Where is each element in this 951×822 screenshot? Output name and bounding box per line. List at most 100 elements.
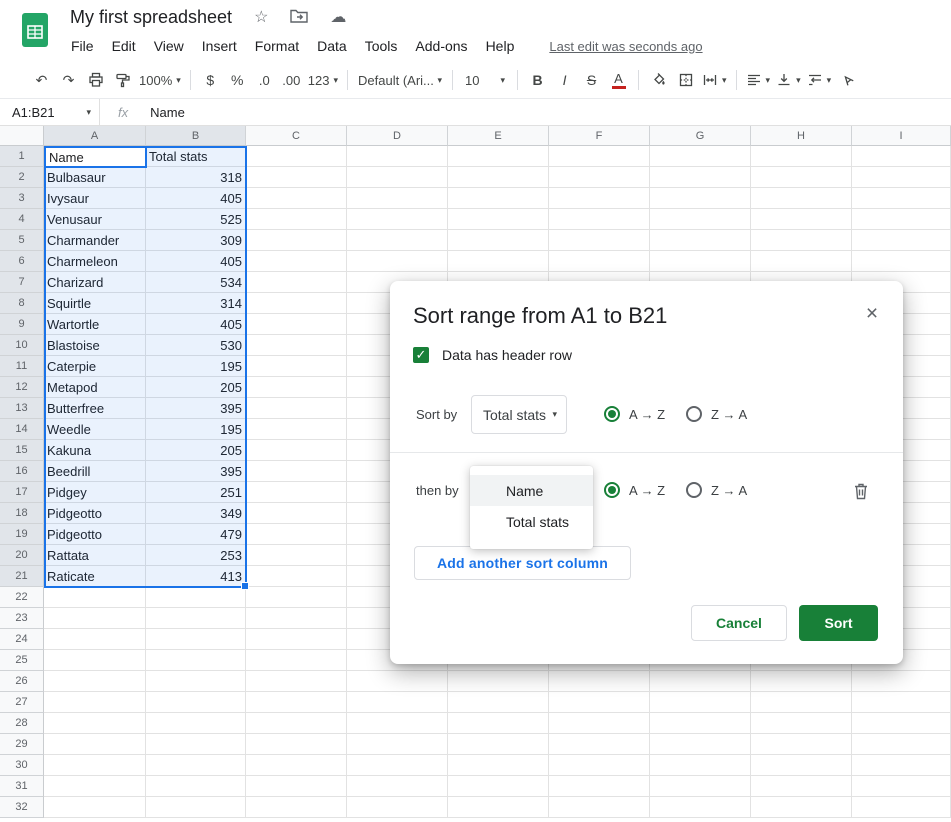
row-header-22[interactable]: 22 bbox=[0, 587, 44, 608]
cell-A29[interactable] bbox=[44, 734, 146, 755]
cell-C3[interactable] bbox=[246, 188, 347, 209]
row-header-2[interactable]: 2 bbox=[0, 167, 44, 188]
cell-B25[interactable] bbox=[146, 650, 246, 671]
cell-B26[interactable] bbox=[146, 671, 246, 692]
row-header-25[interactable]: 25 bbox=[0, 650, 44, 671]
sort-button[interactable]: Sort bbox=[799, 605, 878, 641]
cell-G1[interactable] bbox=[650, 146, 751, 167]
menu-data[interactable]: Data bbox=[308, 35, 356, 57]
row-header-13[interactable]: 13 bbox=[0, 398, 44, 419]
row-header-3[interactable]: 3 bbox=[0, 188, 44, 209]
row-header-10[interactable]: 10 bbox=[0, 335, 44, 356]
cell-E3[interactable] bbox=[448, 188, 549, 209]
cell-F28[interactable] bbox=[549, 713, 650, 734]
strikethrough-button[interactable]: S bbox=[578, 67, 605, 93]
cell-D2[interactable] bbox=[347, 167, 448, 188]
horizontal-align-select[interactable]: ▾ bbox=[743, 67, 774, 93]
cell-B10[interactable]: 530 bbox=[146, 335, 246, 356]
cell-C11[interactable] bbox=[246, 356, 347, 377]
document-title[interactable]: My first spreadsheet bbox=[70, 7, 232, 28]
cell-B29[interactable] bbox=[146, 734, 246, 755]
cell-C31[interactable] bbox=[246, 776, 347, 797]
cell-B13[interactable]: 395 bbox=[146, 398, 246, 419]
cell-C16[interactable] bbox=[246, 461, 347, 482]
row-header-19[interactable]: 19 bbox=[0, 524, 44, 545]
cell-F29[interactable] bbox=[549, 734, 650, 755]
cell-D26[interactable] bbox=[347, 671, 448, 692]
borders-icon[interactable] bbox=[672, 67, 699, 93]
row-header-4[interactable]: 4 bbox=[0, 209, 44, 230]
vertical-align-select[interactable]: ▾ bbox=[773, 67, 804, 93]
active-cell[interactable]: Name bbox=[44, 146, 147, 168]
cell-G26[interactable] bbox=[650, 671, 751, 692]
cell-C7[interactable] bbox=[246, 272, 347, 293]
cell-C15[interactable] bbox=[246, 440, 347, 461]
row-header-20[interactable]: 20 bbox=[0, 545, 44, 566]
menu-format[interactable]: Format bbox=[246, 35, 308, 57]
cell-B15[interactable]: 205 bbox=[146, 440, 246, 461]
cell-D32[interactable] bbox=[347, 797, 448, 818]
cell-C4[interactable] bbox=[246, 209, 347, 230]
close-icon[interactable]: × bbox=[859, 301, 885, 327]
increase-decimal-button[interactable]: .00 bbox=[278, 67, 305, 93]
cell-C24[interactable] bbox=[246, 629, 347, 650]
cell-G27[interactable] bbox=[650, 692, 751, 713]
row-header-15[interactable]: 15 bbox=[0, 440, 44, 461]
cancel-button[interactable]: Cancel bbox=[691, 605, 787, 641]
cell-F32[interactable] bbox=[549, 797, 650, 818]
cell-G29[interactable] bbox=[650, 734, 751, 755]
cell-H29[interactable] bbox=[751, 734, 852, 755]
cell-A2[interactable]: Bulbasaur bbox=[44, 167, 146, 188]
cell-E27[interactable] bbox=[448, 692, 549, 713]
menu-addons[interactable]: Add-ons bbox=[406, 35, 476, 57]
cell-H6[interactable] bbox=[751, 251, 852, 272]
add-sort-column-button[interactable]: Add another sort column bbox=[414, 546, 631, 580]
cell-I26[interactable] bbox=[852, 671, 951, 692]
row-header-31[interactable]: 31 bbox=[0, 776, 44, 797]
cell-F27[interactable] bbox=[549, 692, 650, 713]
percent-format-button[interactable]: % bbox=[224, 67, 251, 93]
cell-A25[interactable] bbox=[44, 650, 146, 671]
paint-format-icon[interactable] bbox=[109, 67, 136, 93]
cell-A30[interactable] bbox=[44, 755, 146, 776]
cell-D28[interactable] bbox=[347, 713, 448, 734]
cell-A10[interactable]: Blastoise bbox=[44, 335, 146, 356]
cell-B12[interactable]: 205 bbox=[146, 377, 246, 398]
text-wrap-select[interactable]: ▾ bbox=[804, 67, 835, 93]
row-header-6[interactable]: 6 bbox=[0, 251, 44, 272]
cell-D3[interactable] bbox=[347, 188, 448, 209]
cell-C10[interactable] bbox=[246, 335, 347, 356]
menu-insert[interactable]: Insert bbox=[193, 35, 246, 57]
cell-I31[interactable] bbox=[852, 776, 951, 797]
cell-H4[interactable] bbox=[751, 209, 852, 230]
cell-C14[interactable] bbox=[246, 419, 347, 440]
menu-view[interactable]: View bbox=[145, 35, 193, 57]
cell-A9[interactable]: Wartortle bbox=[44, 314, 146, 335]
cell-B9[interactable]: 405 bbox=[146, 314, 246, 335]
cell-C22[interactable] bbox=[246, 587, 347, 608]
cell-B17[interactable]: 251 bbox=[146, 482, 246, 503]
row-header-30[interactable]: 30 bbox=[0, 755, 44, 776]
cell-G30[interactable] bbox=[650, 755, 751, 776]
cell-H27[interactable] bbox=[751, 692, 852, 713]
cell-B22[interactable] bbox=[146, 587, 246, 608]
print-icon[interactable] bbox=[82, 67, 109, 93]
cell-C19[interactable] bbox=[246, 524, 347, 545]
cell-C6[interactable] bbox=[246, 251, 347, 272]
text-color-button[interactable]: A bbox=[605, 67, 632, 93]
cell-I5[interactable] bbox=[852, 230, 951, 251]
cell-A13[interactable]: Butterfree bbox=[44, 398, 146, 419]
cell-C17[interactable] bbox=[246, 482, 347, 503]
row-header-23[interactable]: 23 bbox=[0, 608, 44, 629]
cell-D1[interactable] bbox=[347, 146, 448, 167]
row-header-8[interactable]: 8 bbox=[0, 293, 44, 314]
cell-E32[interactable] bbox=[448, 797, 549, 818]
cell-F2[interactable] bbox=[549, 167, 650, 188]
cell-G3[interactable] bbox=[650, 188, 751, 209]
cell-H5[interactable] bbox=[751, 230, 852, 251]
fill-color-icon[interactable] bbox=[645, 67, 672, 93]
cell-I27[interactable] bbox=[852, 692, 951, 713]
italic-button[interactable]: I bbox=[551, 67, 578, 93]
cell-H2[interactable] bbox=[751, 167, 852, 188]
cell-B6[interactable]: 405 bbox=[146, 251, 246, 272]
